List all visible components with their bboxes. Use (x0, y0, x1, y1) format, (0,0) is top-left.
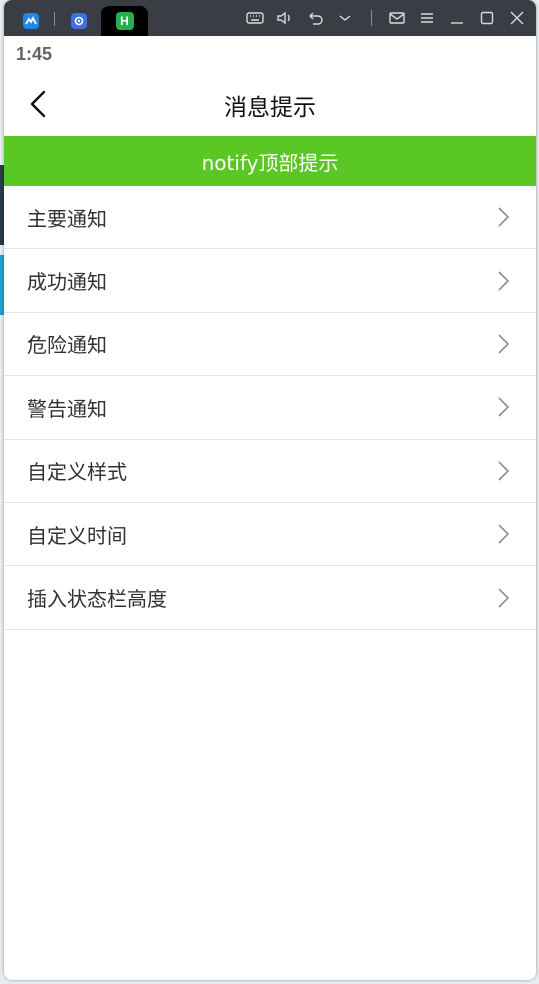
navigation-bar: 消息提示 (4, 72, 536, 136)
close-button[interactable] (502, 0, 532, 36)
maximize-button[interactable] (472, 0, 502, 36)
minimize-icon (451, 22, 463, 24)
undo-icon (309, 12, 323, 25)
close-icon (510, 11, 524, 25)
volume-button[interactable] (270, 0, 300, 36)
controls-separator (360, 0, 382, 36)
undo-button[interactable] (300, 0, 330, 36)
mail-button[interactable] (382, 0, 412, 36)
list-item-label: 插入状态栏高度 (27, 587, 167, 612)
menu-button[interactable] (412, 0, 442, 36)
list-item-statusbar-height[interactable]: 插入状态栏高度 (4, 566, 536, 630)
gear-icon (71, 13, 87, 29)
list-item-label: 自定义样式 (27, 460, 127, 485)
chevron-right-icon (498, 587, 510, 608)
chevron-right-icon (498, 271, 510, 291)
status-time: 1:45 (16, 44, 53, 64)
status-bar: 1:45 (4, 36, 536, 72)
list-item-success-notify[interactable]: 成功通知 (4, 249, 536, 313)
more-button[interactable] (330, 0, 360, 36)
emulator-titlebar: H (4, 0, 536, 36)
tab-h-app[interactable]: H (101, 6, 148, 36)
notify-options-list: 主要通知 成功通知 危险通知 警告通知 自定义样式 自定义时间 插入状态栏高度 (4, 186, 536, 630)
volume-icon (277, 11, 290, 25)
list-item-custom-time[interactable]: 自定义时间 (4, 503, 536, 567)
keyboard-button[interactable] (240, 0, 270, 36)
emulator-window: H 1:45 消息提示 notify顶部提示 主要通知 成功通知 危险通知 警告… (4, 0, 536, 980)
maximize-icon (480, 11, 494, 25)
list-item-custom-style[interactable]: 自定义样式 (4, 440, 536, 503)
list-item-warning-notify[interactable]: 警告通知 (4, 376, 536, 440)
list-item-danger-notify[interactable]: 危险通知 (4, 313, 536, 377)
app-logo-icon (23, 13, 39, 29)
h-app-icon: H (115, 12, 134, 30)
chevron-right-icon (498, 524, 510, 544)
notify-top-banner: notify顶部提示 (4, 136, 536, 186)
list-item-primary-notify[interactable]: 主要通知 (4, 186, 536, 250)
page-title: 消息提示 (224, 95, 316, 121)
mail-icon (389, 12, 405, 24)
chevron-right-icon (498, 461, 510, 481)
list-item-label: 成功通知 (27, 270, 107, 295)
list-item-label: 主要通知 (27, 206, 107, 231)
list-item-label: 警告通知 (27, 396, 107, 421)
chevron-down-icon (339, 15, 351, 21)
h-app-letter: H (120, 14, 129, 28)
tab-separator (54, 12, 55, 26)
tab-app[interactable] (16, 6, 46, 36)
list-item-label: 危险通知 (27, 333, 107, 358)
menu-icon (421, 13, 433, 23)
keyboard-icon (246, 12, 264, 24)
tab-settings[interactable] (64, 6, 94, 36)
chevron-right-icon (498, 207, 510, 227)
list-item-label: 自定义时间 (27, 523, 127, 548)
minimize-button[interactable] (442, 0, 472, 36)
window-controls (240, 0, 536, 36)
chevron-right-icon (498, 397, 510, 417)
chevron-right-icon (498, 334, 510, 354)
